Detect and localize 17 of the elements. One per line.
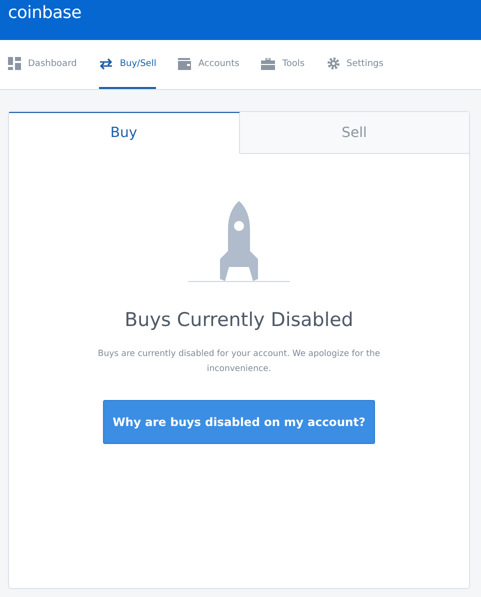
grid-icon <box>8 57 21 70</box>
nav-tab[interactable]: Accounts <box>178 40 240 89</box>
rocket-icon <box>188 201 290 283</box>
nav-tab[interactable]: Dashboard <box>8 40 77 89</box>
wallet-icon <box>178 58 192 70</box>
notice-title: Buys Currently Disabled <box>124 309 354 331</box>
settings-icon <box>326 57 340 70</box>
tab[interactable]: Sell <box>240 112 469 154</box>
help-button[interactable]: Why are buys disabled on my account? <box>103 400 375 444</box>
nav-tab[interactable]: Tools <box>261 40 305 89</box>
logo[interactable]: coinbase <box>8 0 82 26</box>
notice-message: Buys are currently disabled for your account. We apologize for the inconvenience. <box>96 348 382 376</box>
tab[interactable]: Buy <box>9 112 240 154</box>
nav-tab[interactable]: Buy/Sell <box>98 40 156 89</box>
swap-icon <box>98 58 113 70</box>
briefcase-icon <box>261 58 276 70</box>
nav-tab[interactable]: Settings <box>326 40 384 89</box>
